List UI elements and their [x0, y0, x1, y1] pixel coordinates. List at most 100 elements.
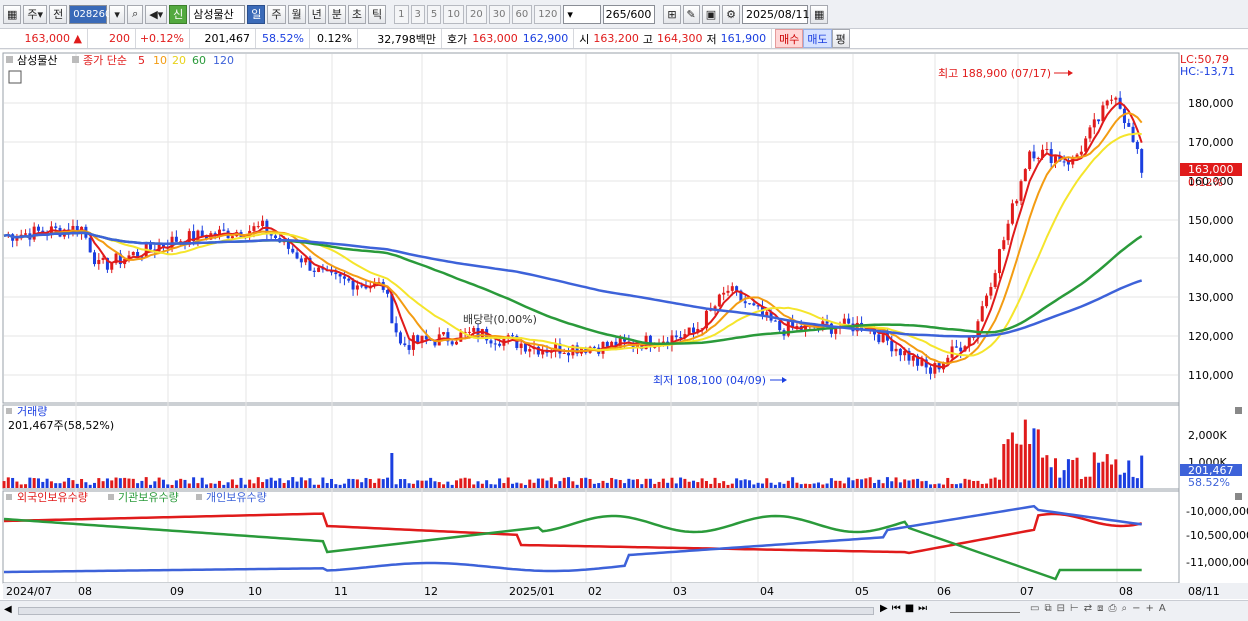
- volume-bar: [881, 483, 885, 488]
- interval-10[interactable]: 10: [443, 4, 465, 24]
- code-dropdown-icon[interactable]: ▾: [109, 4, 126, 24]
- volume-bar: [1002, 444, 1006, 488]
- stock-code-input[interactable]: 028260: [69, 4, 111, 24]
- volume-bar: [1127, 460, 1131, 488]
- layers-icon[interactable]: ⧈: [1097, 603, 1103, 614]
- export-icon[interactable]: ⇄: [1084, 603, 1092, 614]
- volume-tick-0: 2,000K: [1188, 429, 1227, 442]
- draw-tool-icon[interactable]: ✎: [682, 4, 700, 24]
- minus-icon[interactable]: −: [1132, 603, 1140, 614]
- interval-5[interactable]: 5: [426, 4, 442, 24]
- copy-icon[interactable]: ⧉: [1044, 603, 1051, 614]
- market-select[interactable]: 주 ▾: [23, 4, 48, 24]
- interval-3[interactable]: 3: [410, 4, 425, 24]
- candle-body: [562, 352, 566, 354]
- plus-icon[interactable]: +: [1145, 603, 1153, 614]
- volume-bar: [101, 481, 105, 488]
- toolbar: ▦ 주 ▾ 전 028260 ▾ ⌕ ◀▾ 신 삼성물산 일 주 월 년 분 초 …: [0, 0, 1248, 29]
- volume-bar: [554, 484, 558, 488]
- candle-body: [1079, 151, 1083, 155]
- speaker-icon[interactable]: ◀▾: [145, 4, 168, 24]
- volume-bar: [704, 480, 708, 488]
- volume-bar: [403, 479, 407, 488]
- stop-icon[interactable]: ■: [905, 603, 914, 614]
- price-tick-6: 120,000: [1188, 330, 1234, 343]
- interval-1[interactable]: 1: [394, 4, 409, 24]
- search-icon[interactable]: ⌕: [127, 4, 144, 24]
- save-icon[interactable]: ▣: [701, 4, 721, 24]
- chart-area[interactable]: 삼성물산 종가 단순 5 10 20 60 120 LC:50,79 HC:-1…: [0, 50, 1248, 621]
- calendar-icon[interactable]: ▦: [810, 4, 829, 24]
- font-icon[interactable]: A: [1159, 603, 1166, 614]
- buy-button[interactable]: 매수: [775, 29, 804, 48]
- candle-body: [877, 334, 881, 343]
- interval-custom-field[interactable]: ▾: [563, 4, 602, 24]
- volume-bar: [972, 481, 976, 488]
- period-month[interactable]: 월: [287, 4, 306, 24]
- window-icon[interactable]: ▭: [1030, 603, 1039, 614]
- candle-body: [1032, 151, 1036, 159]
- period-year[interactable]: 년: [307, 4, 326, 24]
- scroll-track[interactable]: [18, 607, 874, 615]
- zoom-icon[interactable]: ⌕: [1121, 603, 1127, 614]
- scroll-bar[interactable]: ◀ ▶ ⏮ ■ ⏭ ▭ ⧉ ⊟ ⊢ ⇄ ⧈ ⎙ ⌕ − + A: [0, 600, 1248, 621]
- sell-button[interactable]: 매도: [803, 29, 832, 48]
- interval-60[interactable]: 60: [511, 4, 533, 24]
- compare-icon[interactable]: ⊟: [1057, 603, 1065, 614]
- volume-bar: [217, 480, 221, 488]
- interval-30[interactable]: 30: [488, 4, 510, 24]
- gear-icon[interactable]: ⚙: [722, 4, 741, 24]
- date-field[interactable]: 2025/08/11: [742, 4, 809, 24]
- volume-bar: [674, 483, 678, 488]
- period-tick[interactable]: 틱: [368, 4, 387, 24]
- new-badge[interactable]: 신: [169, 4, 188, 24]
- holding-close-icon[interactable]: [1235, 493, 1242, 500]
- volume-bar: [661, 478, 665, 488]
- ruler-icon[interactable]: ⊢: [1070, 603, 1079, 614]
- candle-body: [528, 349, 532, 352]
- volume-bar: [1092, 452, 1096, 488]
- volume-bar: [571, 481, 575, 488]
- volume-bar: [989, 478, 993, 488]
- volume-bar: [476, 481, 480, 488]
- interval-20[interactable]: 20: [466, 4, 487, 24]
- eval-button[interactable]: 평: [831, 29, 850, 48]
- count-total: /600: [626, 7, 652, 21]
- period-day[interactable]: 일: [247, 4, 266, 24]
- period-minute[interactable]: 분: [327, 4, 346, 24]
- volume-bar: [954, 484, 958, 488]
- calendar-icon[interactable]: [8, 70, 22, 84]
- mode-select[interactable]: 전: [49, 4, 68, 24]
- volume-bar: [179, 478, 183, 488]
- next-icon[interactable]: ▶: [880, 603, 888, 614]
- volume-bar: [623, 483, 627, 488]
- holding-legend-icon-3: [196, 494, 202, 500]
- volume-bar: [304, 480, 308, 488]
- count-field[interactable]: 265/600: [603, 4, 656, 24]
- period-week[interactable]: 주: [267, 4, 286, 24]
- period-second[interactable]: 초: [347, 4, 367, 24]
- chart-type-icon[interactable]: ⊞: [663, 4, 681, 24]
- x-tick-8: 03: [673, 585, 687, 598]
- volume-bar: [394, 484, 398, 488]
- price-chart-svg[interactable]: 삼성물산 종가 단순 5 10 20 60 120 LC:50,79 HC:-1…: [0, 50, 1248, 621]
- zoom-slider[interactable]: [950, 607, 1020, 613]
- stock-name-field[interactable]: 삼성물산: [189, 4, 246, 24]
- volume-bar: [696, 482, 700, 488]
- scroll-left-icon[interactable]: ◀: [4, 604, 14, 618]
- candle-body: [312, 270, 316, 272]
- volume-bar: [579, 478, 583, 488]
- volume-bar: [536, 478, 540, 488]
- last-icon[interactable]: ⏭: [918, 603, 927, 614]
- first-icon[interactable]: ⏮: [892, 603, 901, 614]
- candle-body: [1006, 223, 1010, 241]
- volume-bar: [437, 482, 441, 488]
- volume-bar: [153, 481, 157, 488]
- volume-bar: [459, 478, 463, 488]
- volume-close-icon[interactable]: [1235, 407, 1242, 414]
- volume-bar: [2, 481, 6, 488]
- volume-bar: [976, 480, 980, 488]
- print-icon[interactable]: ⎙: [1108, 603, 1116, 614]
- interval-120[interactable]: 120: [534, 4, 562, 24]
- layout-icon[interactable]: ▦: [3, 4, 22, 24]
